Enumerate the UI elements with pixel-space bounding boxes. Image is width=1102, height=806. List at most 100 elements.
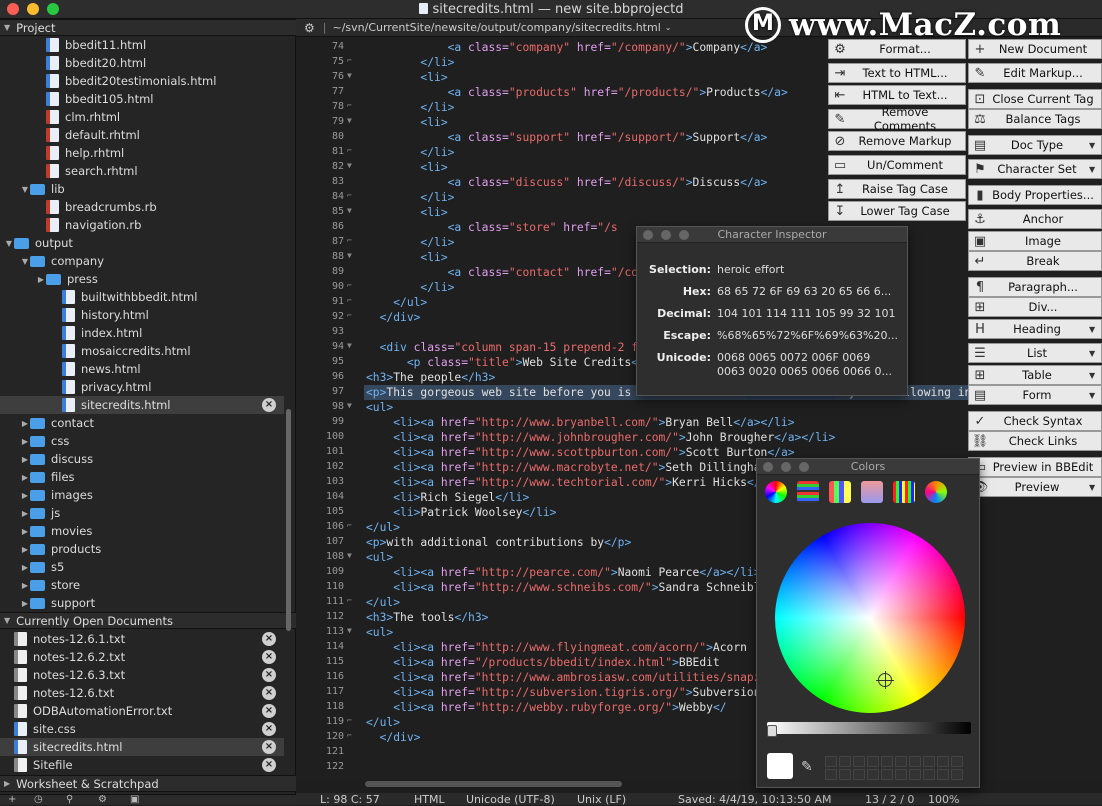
close-icon[interactable]: × [262,722,276,736]
code-line[interactable]: <li><a href="/products/bbedit/index.html… [366,656,720,669]
colors-titlebar[interactable]: Colors [757,459,979,475]
file-item[interactable]: bbedit20.html [0,54,284,72]
file-item[interactable]: bbedit105.html [0,90,284,108]
color-palettes-tab-icon[interactable] [829,481,851,503]
fold-end-icon[interactable]: ⌐ [347,596,357,605]
file-item[interactable]: notes-12.6.1.txt × [0,630,284,648]
disclosure-icon[interactable]: ▶ [20,581,30,590]
code-line[interactable]: <li> [366,251,447,264]
fold-toggle-icon[interactable]: ▼ [347,251,357,260]
color-sliders-tab-icon[interactable] [797,481,819,503]
code-line[interactable]: <li> [366,206,447,219]
close-icon[interactable]: × [262,632,276,646]
color-well[interactable] [867,769,879,780]
code-line[interactable]: <li><a href="http://subversion.tigris.or… [366,686,760,699]
code-line[interactable]: </ul> [366,716,400,729]
file-item[interactable]: Sitefile × [0,756,284,774]
project-header[interactable]: ▼ Project [0,19,296,36]
fold-toggle-icon[interactable]: ▼ [347,341,357,350]
code-line[interactable]: </ul> [366,521,400,534]
close-icon[interactable]: × [262,650,276,664]
file-item[interactable]: privacy.html [0,378,284,396]
code-line[interactable]: </li> [366,236,454,249]
disclosure-icon[interactable]: ▶ [36,275,46,284]
disclosure-icon[interactable]: ▶ [20,509,30,518]
code-line[interactable]: </li> [366,191,454,204]
fold-toggle-icon[interactable]: ▼ [347,626,357,635]
zoom-popup[interactable]: 100% [928,793,959,806]
code-line[interactable]: <li><a href="http://webby.rubyforge.org/… [366,701,726,714]
color-well[interactable] [909,769,921,780]
code-line[interactable]: </div> [366,311,421,324]
disclosure-icon[interactable]: ▶ [20,455,30,464]
color-well[interactable] [839,756,851,767]
folder-item[interactable]: ▼ company [0,252,284,270]
break-button[interactable]: ↵ Break [968,251,1102,271]
close-icon[interactable]: × [262,668,276,682]
file-item[interactable]: notes-12.6.txt × [0,684,284,702]
code-line[interactable]: <li><a href="http://www.ambrosiasw.com/u… [366,671,774,684]
color-well[interactable] [923,756,935,767]
color-well[interactable] [881,769,893,780]
fold-end-icon[interactable]: ⌐ [347,56,357,65]
panel-minimize-button[interactable] [661,230,671,240]
disclosure-icon[interactable]: ▶ [20,527,30,536]
current-color-swatch[interactable] [767,753,793,779]
color-well[interactable] [951,769,963,780]
eyedropper-icon[interactable]: ✎ [801,759,813,775]
color-palette-extra-tab-icon[interactable] [925,481,947,503]
brightness-slider-knob[interactable] [767,725,777,737]
file-item[interactable]: notes-12.6.3.txt × [0,666,284,684]
color-wheel[interactable] [775,523,965,713]
disclosure-icon[interactable]: ▶ [20,419,30,428]
disclosure-icon[interactable]: ▼ [20,257,30,266]
color-well[interactable] [867,756,879,767]
color-well[interactable] [839,769,851,780]
inspector-value[interactable]: 0063 0020 0065 0066 0066 0... [717,365,897,378]
format-button[interactable]: ⚙ Format... [828,39,966,59]
new-document-button[interactable]: + New Document [968,39,1102,59]
color-well[interactable] [909,756,921,767]
close-icon[interactable]: × [262,398,276,412]
crosshair-icon[interactable] [876,671,894,689]
fold-end-icon[interactable]: ⌐ [347,281,357,290]
file-item[interactable]: history.html [0,306,284,324]
panel-zoom-button[interactable] [679,230,689,240]
file-item[interactable]: breadcrumbs.rb [0,198,284,216]
disclosure-icon[interactable]: ▶ [20,545,30,554]
form-button[interactable]: ▤ Form ▼ [968,385,1102,405]
code-line[interactable]: <h3>The people</h3> [366,371,495,384]
color-well[interactable] [951,756,963,767]
close-icon[interactable]: × [262,740,276,754]
folder-item[interactable]: ▶ press [0,270,284,288]
disclosure-icon[interactable]: ▼ [20,185,30,194]
file-item[interactable]: search.rhtml [0,162,284,180]
folder-item[interactable]: ▶ support [0,594,284,612]
folder-item[interactable]: ▶ s5 [0,558,284,576]
inspector-value[interactable]: 68 65 72 6F 69 63 20 65 66 6... [717,285,897,298]
file-item[interactable]: navigation.rb [0,216,284,234]
fold-toggle-icon[interactable]: ▼ [347,551,357,560]
color-well[interactable] [853,769,865,780]
file-item[interactable]: sitecredits.html × [0,738,284,756]
paragraph-button[interactable]: ¶ Paragraph... [968,277,1102,297]
folder-item[interactable]: ▶ images [0,486,284,504]
code-line[interactable]: <p class="title">Web Site Credits</ [366,356,645,369]
code-line[interactable]: <ul> [366,401,393,414]
code-line[interactable]: </div> [366,731,421,744]
line-endings-popup[interactable]: Unix (LF) [577,793,626,806]
code-line[interactable]: <a class="products" href="/products/">Pr… [366,86,788,99]
code-line[interactable]: <li><a href="http://www.flyingmeat.com/a… [366,641,747,654]
close-icon[interactable]: × [262,704,276,718]
code-line[interactable]: <ul> [366,551,393,564]
file-path-popup[interactable]: ~/svn/CurrentSite/newsite/output/company… [332,21,660,34]
brightness-slider[interactable] [767,722,971,734]
code-line[interactable]: <p>with additional contributions by</p> [366,536,631,549]
code-line[interactable]: <li><a href="http://www.schneibs.com/">S… [366,581,767,594]
disclosure-icon[interactable]: ▶ [20,437,30,446]
close-icon[interactable]: × [262,758,276,772]
folder-item[interactable]: ▶ products [0,540,284,558]
code-line[interactable]: <a class="company" href="/company/">Comp… [366,41,768,54]
disclosure-icon[interactable]: ▼ [4,239,14,248]
edit-markup-button[interactable]: ✎ Edit Markup... [968,63,1102,83]
